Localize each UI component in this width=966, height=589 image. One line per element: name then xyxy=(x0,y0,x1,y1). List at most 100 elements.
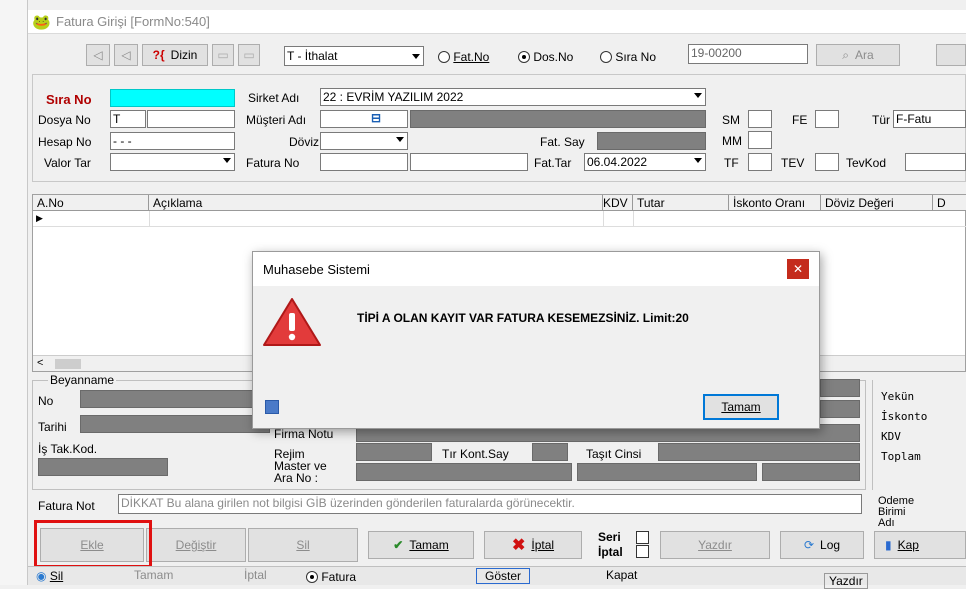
row-pointer-icon: ▶ xyxy=(36,213,43,223)
tir-kont-display xyxy=(532,443,568,461)
col-d[interactable]: D xyxy=(933,195,966,211)
doc-icon[interactable]: ▭ xyxy=(212,44,234,66)
tev-label: TEV xyxy=(781,156,805,170)
radio-sirano[interactable]: Sıra No xyxy=(600,50,656,64)
fatura-no-label: Fatura No xyxy=(246,156,300,170)
iptal-check-label: İptal xyxy=(598,545,623,559)
odeme-label: Ödeme Birimi Adı xyxy=(878,496,915,529)
tur-label: Tür xyxy=(872,113,890,127)
scroll-left-icon[interactable]: < xyxy=(37,357,43,369)
tir-kont-label: Tır Kont.Say xyxy=(442,447,509,461)
dosya-no-prefix[interactable]: T xyxy=(110,110,146,128)
iptal-button[interactable]: ✖ İptal xyxy=(484,531,582,559)
dizin-button[interactable]: ?{Dizin xyxy=(142,44,208,66)
tasit-display xyxy=(658,443,860,461)
sira-no-input[interactable] xyxy=(110,89,235,107)
tevkod-label: TevKod xyxy=(846,156,887,170)
dialog-ok-button[interactable]: Tamam xyxy=(703,394,779,420)
warning-icon xyxy=(261,296,323,351)
extra-button[interactable] xyxy=(936,44,966,66)
iptal-checkbox[interactable] xyxy=(636,545,649,558)
doc2-icon[interactable]: ▭ xyxy=(238,44,260,66)
bg-fatura-radio: Fatura xyxy=(306,570,356,584)
dosya-no-label: Dosya No xyxy=(38,113,91,127)
right-gray-1 xyxy=(820,379,860,397)
valor-tar-select[interactable] xyxy=(110,153,235,171)
is-tak-display xyxy=(38,458,168,476)
mm-input[interactable] xyxy=(748,131,772,149)
fat-tar-label: Fat.Tar xyxy=(534,156,572,170)
fat-say-display xyxy=(597,132,706,150)
log-button[interactable]: ⟳ Log xyxy=(780,531,864,559)
seri-checkbox[interactable] xyxy=(636,531,649,544)
col-a-no[interactable]: A.No xyxy=(33,195,149,211)
dialog-close-icon[interactable]: ✕ xyxy=(787,259,809,279)
fat-tar-input[interactable]: 06.04.2022 xyxy=(584,153,706,171)
iskonto-label: İskonto xyxy=(881,410,928,423)
tur-select[interactable]: F-Fatu xyxy=(893,110,966,128)
sira-no-label: Sıra No xyxy=(46,92,92,107)
tf-input[interactable] xyxy=(748,153,772,171)
col-aciklama[interactable]: Açıklama xyxy=(149,195,603,211)
hesap-no-input[interactable]: - - - xyxy=(110,132,235,150)
musteri-adi-display xyxy=(410,110,706,128)
scroll-thumb[interactable] xyxy=(55,359,81,369)
doviz-label: Döviz xyxy=(289,135,320,149)
prev-icon[interactable]: ◁ xyxy=(86,44,110,66)
beyan-no-label: No xyxy=(38,394,54,408)
tev-input[interactable] xyxy=(815,153,839,171)
doviz-select[interactable] xyxy=(320,132,408,150)
master-display-1 xyxy=(356,463,572,481)
rejim-display xyxy=(356,443,432,461)
musteri-code-input[interactable]: ⊟ xyxy=(320,110,408,128)
degistir-button[interactable]: Değiştir xyxy=(146,528,246,562)
bg-sil: ◉ Sil xyxy=(36,569,64,583)
firma-notu-label: Firma Notu xyxy=(274,427,334,441)
hesap-no-label: Hesap No xyxy=(38,135,92,149)
musteri-adi-label: Müşteri Adı xyxy=(246,113,307,127)
col-tutar[interactable]: Tutar xyxy=(633,195,729,211)
col-iskonto[interactable]: İskonto Oranı xyxy=(729,195,821,211)
background-window-bottom: ◉ Sil Tamam İptal Fatura Göster Kapat Ya… xyxy=(28,566,966,589)
dosya-no-input[interactable] xyxy=(147,110,235,128)
tamam-button[interactable]: ✔ Tamam xyxy=(368,531,474,559)
dialog-title: Muhasebe Sistemi xyxy=(263,262,370,277)
tasit-label: Taşıt Cinsi xyxy=(586,447,642,461)
grid-header: A.No Açıklama KDV Tutar İskonto Oranı Dö… xyxy=(33,195,966,211)
beyan-no-display xyxy=(80,390,270,408)
fe-input[interactable] xyxy=(815,110,839,128)
bg-yazdir: Yazdır xyxy=(824,573,868,589)
fatura-not-input[interactable]: DİKKAT Bu alana girilen not bilgisi GİB … xyxy=(118,494,862,514)
x-icon: ✖ xyxy=(511,537,526,554)
toolbar: ◁ ◁ ?{Dizin ▭ ▭ T - İthalat Fat.No Dos.N… xyxy=(28,34,966,74)
yazdir-button[interactable]: Yazdır xyxy=(660,531,770,559)
exit-icon: ▮ xyxy=(885,538,892,552)
tevkod-input[interactable] xyxy=(905,153,966,171)
bg-iptal: İptal xyxy=(244,568,267,582)
table-row[interactable]: ▶ xyxy=(33,211,966,227)
radio-fatno[interactable]: Fat.No xyxy=(438,50,489,64)
search-input[interactable]: 19-00200 xyxy=(688,44,808,64)
sm-input[interactable] xyxy=(748,110,772,128)
kapat-button[interactable]: ▮ Kap xyxy=(874,531,966,559)
fe-label: FE xyxy=(792,113,808,127)
col-kdv[interactable]: KDV xyxy=(603,195,633,211)
beyan-tarihi-display xyxy=(80,415,270,433)
fatura-no-input[interactable] xyxy=(320,153,408,171)
lookup-icon[interactable]: ⊟ xyxy=(371,111,381,126)
sirket-adi-select[interactable]: 22 : EVRİM YAZILIM 2022 xyxy=(320,88,706,106)
sm-label: SM xyxy=(722,113,740,127)
fatura-no-input2[interactable] xyxy=(410,153,528,171)
beyan-tarihi-label: Tarihi xyxy=(38,420,67,434)
radio-dosno[interactable]: Dos.No xyxy=(518,50,573,64)
sil-button[interactable]: Sil xyxy=(248,528,358,562)
next-icon[interactable]: ◁ xyxy=(114,44,138,66)
fat-say-label: Fat. Say xyxy=(540,135,585,149)
is-tak-label: İş Tak.Kod. xyxy=(38,442,98,456)
type-select[interactable]: T - İthalat xyxy=(284,46,424,66)
mm-label: MM xyxy=(722,134,742,148)
highlight-box xyxy=(34,520,152,568)
col-doviz[interactable]: Döviz Değeri xyxy=(821,195,933,211)
search-icon: ⌕ xyxy=(842,47,850,62)
search-button[interactable]: ⌕ Ara xyxy=(816,44,900,66)
